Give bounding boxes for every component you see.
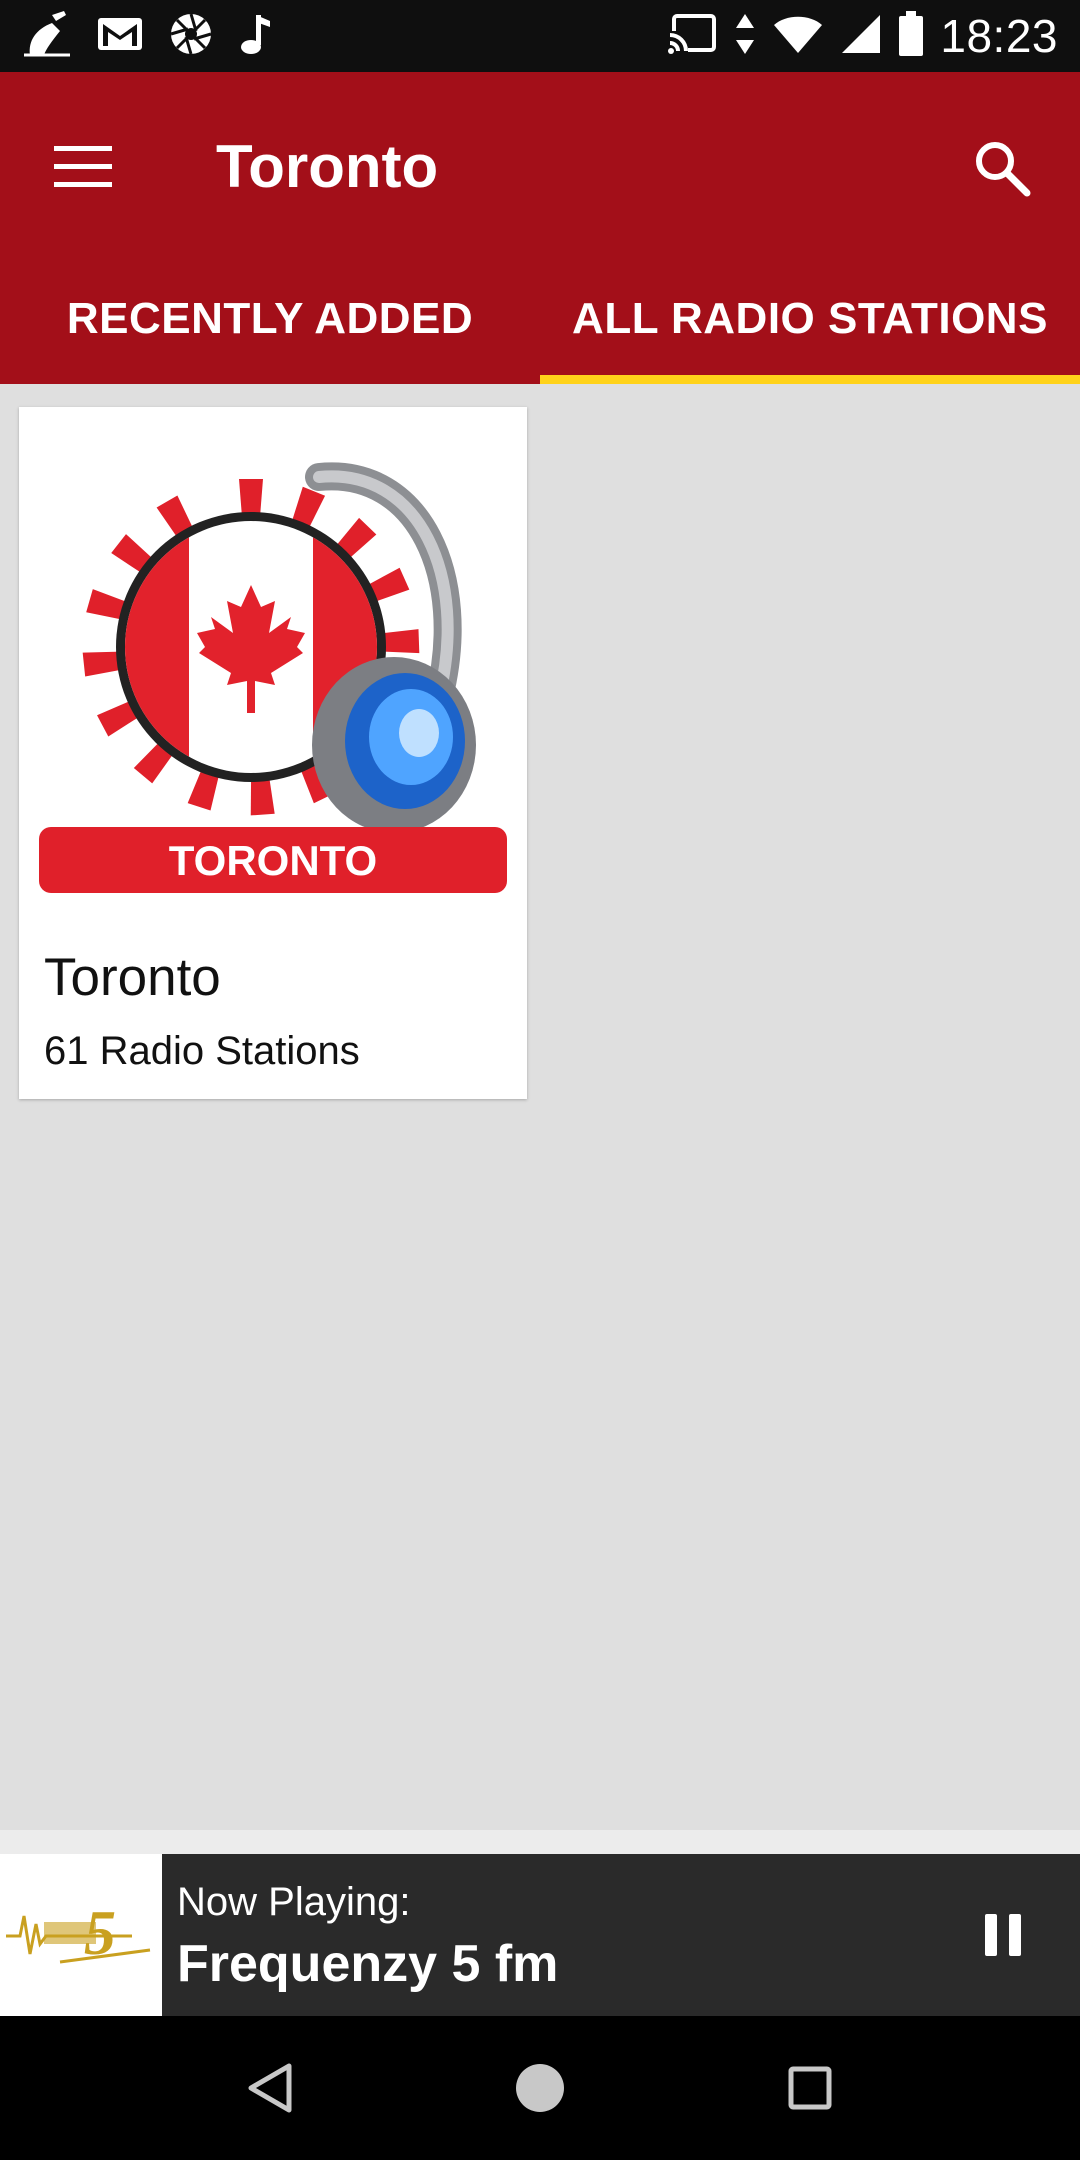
now-playing-bar[interactable]: 5 Now Playing: Frequenzy 5 fm: [0, 1854, 1080, 2016]
now-playing-divider: [0, 1830, 1080, 1854]
system-nav-bar: [0, 2016, 1080, 2160]
tab-recently-added[interactable]: RECENTLY ADDED: [0, 254, 540, 384]
tab-all-radio-stations[interactable]: ALL RADIO STATIONS: [540, 254, 1080, 384]
recents-square-icon: [788, 2066, 832, 2110]
status-time: 18:23: [940, 10, 1058, 62]
cell-signal-icon: [840, 13, 882, 60]
card-image-banner-text: TORONTO: [169, 837, 377, 884]
battery-icon: [898, 10, 924, 62]
card-image: TORONTO: [19, 407, 527, 899]
station-thumbnail: 5: [0, 1854, 162, 2016]
now-playing-label: Now Playing:: [177, 1880, 411, 1924]
search-button[interactable]: [954, 120, 1050, 216]
music-note-icon: [238, 11, 272, 62]
home-circle-icon: [516, 2064, 564, 2112]
card-title: Toronto: [44, 948, 221, 1007]
wifi-icon: [772, 13, 824, 60]
broom-icon: [22, 10, 72, 62]
tab-selected-indicator: [540, 375, 1080, 384]
back-button[interactable]: [220, 2038, 320, 2138]
category-card[interactable]: TORONTO Toronto 61 Radio Stations: [19, 407, 527, 1099]
hamburger-menu-icon: [54, 146, 112, 187]
menu-button[interactable]: [40, 124, 126, 210]
back-triangle-icon: [248, 2063, 292, 2113]
aperture-icon: [168, 11, 214, 62]
status-left-icons: [22, 10, 272, 62]
card-subtitle: 61 Radio Stations: [44, 1029, 360, 1073]
canada-radio-logo: TORONTO: [39, 462, 507, 893]
page-title: Toronto: [216, 133, 439, 200]
gmail-icon: [96, 14, 144, 59]
pause-icon: [985, 1914, 1021, 1956]
now-playing-station: Frequenzy 5 fm: [177, 1935, 559, 1993]
status-bar: 18:23: [0, 0, 1080, 72]
home-button[interactable]: [490, 2038, 590, 2138]
search-icon: [976, 142, 1031, 197]
tab-label: RECENTLY ADDED: [66, 294, 474, 343]
tab-bar: RECENTLY ADDED ALL RADIO STATIONS: [0, 254, 1080, 384]
status-right-icons: 18:23: [668, 10, 1058, 62]
data-arrows-icon: [734, 12, 756, 61]
pause-button[interactable]: [960, 1892, 1046, 1978]
frequenzy-logo: 5: [6, 1897, 151, 1968]
recents-button[interactable]: [760, 2038, 860, 2138]
app-bar: Toronto RECENTLY ADDED ALL RADIO STATION…: [0, 72, 1080, 384]
cast-icon: [668, 13, 718, 60]
tab-label: ALL RADIO STATIONS: [572, 294, 1048, 343]
